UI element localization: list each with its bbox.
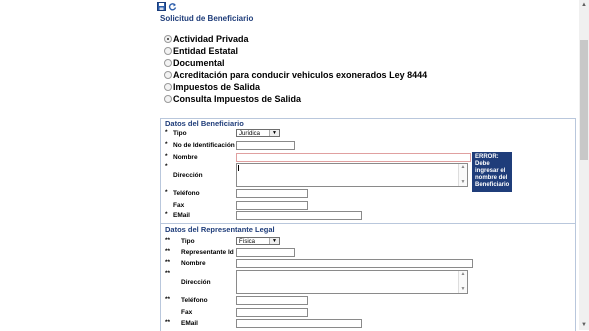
- radio-label: Actividad Privada: [173, 34, 249, 44]
- error-title: ERROR:: [475, 154, 499, 160]
- required-mark: **: [165, 319, 171, 326]
- rep-direccion-textarea[interactable]: ▲ ▼: [236, 270, 468, 294]
- rep-id-label: Representante Id: [181, 249, 234, 256]
- telefono-input[interactable]: [236, 189, 308, 198]
- radio-button[interactable]: [164, 71, 172, 79]
- radio-button[interactable]: [164, 83, 172, 91]
- required-mark: **: [165, 237, 171, 244]
- radio-label: Consulta Impuestos de Salida: [173, 94, 302, 104]
- email-label: EMail: [173, 212, 190, 219]
- rep-id-input[interactable]: [236, 248, 295, 257]
- required-mark: **: [165, 296, 171, 303]
- section-title: Datos del Representante Legal: [165, 225, 275, 234]
- textarea-scrollbar[interactable]: ▲ ▼: [458, 164, 467, 186]
- nombre-label: Nombre: [173, 154, 198, 161]
- textarea-scrollbar[interactable]: ▲ ▼: [458, 271, 467, 293]
- direccion-textarea[interactable]: ▲ ▼: [236, 163, 468, 187]
- required-mark: **: [165, 259, 171, 266]
- page-scrollbar[interactable]: ▲ ▼: [579, 0, 589, 330]
- required-mark: *: [165, 153, 168, 160]
- chevron-down-icon[interactable]: ▼: [269, 238, 279, 244]
- rep-nombre-input[interactable]: [236, 259, 473, 268]
- rep-tipo-select[interactable]: Física ▼: [236, 237, 280, 245]
- refresh-icon[interactable]: [168, 2, 177, 11]
- rep-telefono-label: Teléfono: [181, 297, 208, 304]
- scroll-down-icon[interactable]: ▼: [460, 287, 466, 292]
- radio-label: Acreditación para conducir vehiculos exo…: [173, 70, 428, 80]
- direccion-label: Dirección: [173, 172, 203, 179]
- email-input[interactable]: [236, 211, 362, 220]
- error-tooltip: ERROR: Debe ingresar el nombre del Benef…: [472, 152, 512, 192]
- text-cursor: [238, 165, 239, 171]
- tipo-select-value: Jurídica: [239, 131, 261, 137]
- chevron-down-icon[interactable]: ▼: [269, 130, 279, 136]
- rep-nombre-label: Nombre: [181, 260, 206, 267]
- rep-email-label: EMail: [181, 320, 198, 327]
- required-mark: **: [165, 270, 171, 277]
- scroll-up-icon[interactable]: ▲: [579, 0, 589, 10]
- rep-email-input[interactable]: [236, 319, 362, 328]
- rep-telefono-input[interactable]: [236, 296, 308, 305]
- fax-label: Fax: [173, 202, 185, 209]
- representante-section: Datos del Representante Legal ** Tipo Fí…: [160, 223, 576, 331]
- scroll-down-icon[interactable]: ▼: [460, 180, 466, 185]
- save-icon[interactable]: [157, 2, 166, 11]
- required-mark: *: [165, 189, 168, 196]
- error-message: Debe ingresar el nombre del Beneficiario: [475, 161, 510, 188]
- page-title: Solicitud de Beneficiario: [160, 14, 254, 23]
- rep-fax-input[interactable]: [236, 308, 308, 317]
- nombre-input[interactable]: [236, 153, 471, 162]
- rep-fax-label: Fax: [181, 309, 193, 316]
- radio-label: Impuestos de Salida: [173, 82, 261, 92]
- radio-button[interactable]: [164, 47, 172, 55]
- required-mark: *: [165, 163, 168, 170]
- radio-button[interactable]: [164, 59, 172, 67]
- id-label: No de Identificación: [173, 142, 235, 149]
- required-mark: *: [165, 129, 168, 136]
- radio-button[interactable]: [164, 95, 172, 103]
- fax-input[interactable]: [236, 201, 308, 210]
- tipo-select[interactable]: Jurídica ▼: [236, 129, 280, 137]
- scroll-up-icon[interactable]: ▲: [460, 165, 466, 170]
- scroll-up-icon[interactable]: ▲: [460, 272, 466, 277]
- scroll-down-icon[interactable]: ▼: [579, 320, 589, 330]
- required-mark: **: [165, 248, 171, 255]
- required-mark: *: [165, 141, 168, 148]
- radio-button[interactable]: [164, 35, 172, 43]
- required-mark: *: [165, 211, 168, 218]
- rep-direccion-label: Dirección: [181, 279, 211, 286]
- beneficiario-section: Datos del Beneficiario * Tipo Jurídica ▼…: [160, 118, 576, 224]
- radio-label: Entidad Estatal: [173, 46, 239, 56]
- telefono-label: Teléfono: [173, 190, 200, 197]
- radio-label: Documental: [173, 58, 225, 68]
- tipo-label: Tipo: [173, 130, 187, 137]
- scrollbar-thumb[interactable]: [580, 40, 588, 160]
- section-title: Datos del Beneficiario: [165, 119, 244, 128]
- tipo-label: Tipo: [181, 238, 195, 245]
- id-input[interactable]: [236, 141, 295, 150]
- rep-tipo-select-value: Física: [239, 239, 256, 245]
